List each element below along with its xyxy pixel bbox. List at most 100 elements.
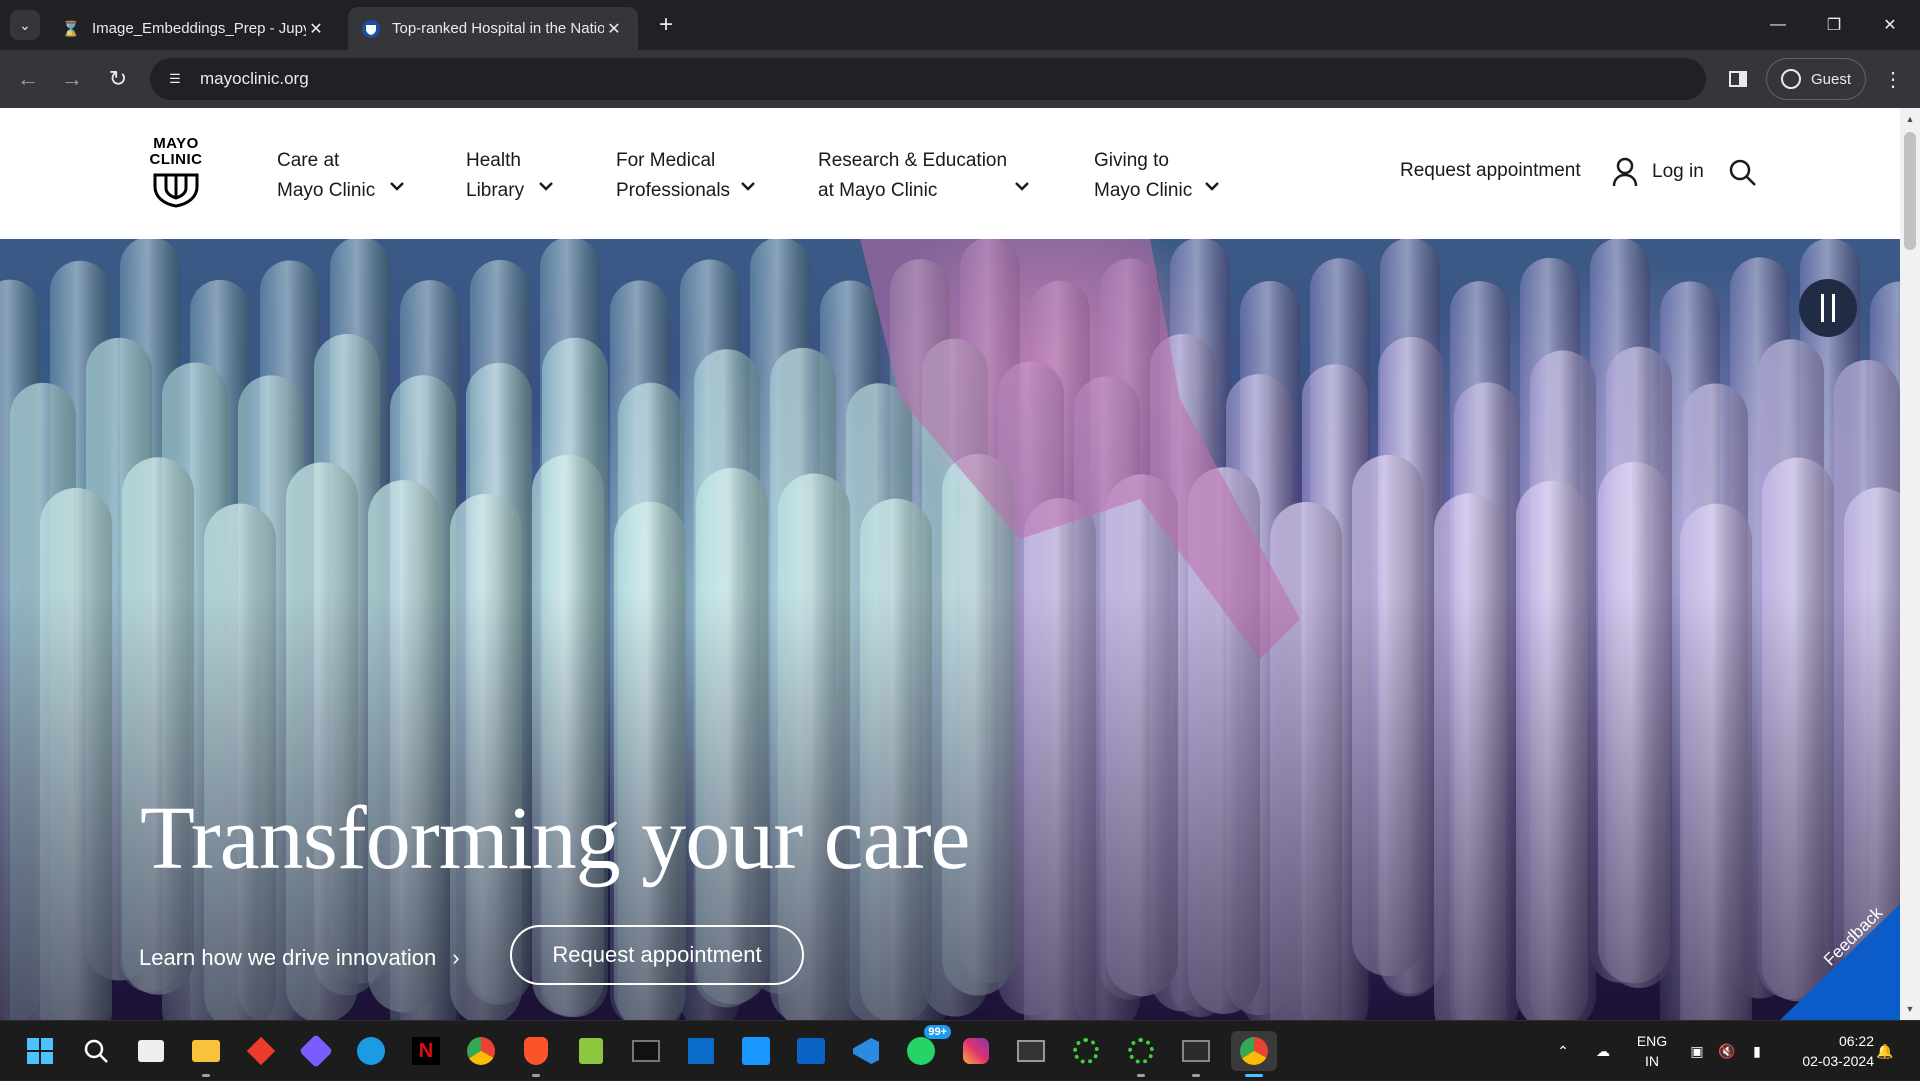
notification-bell-icon[interactable]: 🔔 [1872, 1021, 1898, 1081]
edge-icon[interactable] [351, 1031, 391, 1071]
login-label: Log in [1652, 161, 1704, 182]
tab-title: Top-ranked Hospital in the Nation [392, 20, 604, 37]
login-link[interactable]: Log in [1612, 155, 1704, 189]
tab-title: Image_Embeddings_Prep - Jupyter [92, 20, 306, 37]
browser-window: ⌄ ⌛ Image_Embeddings_Prep - Jupyter ✕ To… [0, 0, 1920, 1020]
scroll-down-icon[interactable]: ▼ [1900, 1000, 1920, 1018]
chevron-down-icon [539, 182, 553, 191]
battery-icon[interactable]: ▮ [1744, 1021, 1770, 1081]
scroll-up-icon[interactable]: ▲ [1900, 110, 1920, 128]
running-indicator [532, 1074, 540, 1077]
logo-text-line1: MAYO [153, 135, 199, 152]
tab-mayo[interactable]: Top-ranked Hospital in the Nation ✕ [348, 7, 638, 50]
site-header: MAYO CLINIC Care at Mayo Clinic Health L… [0, 108, 1900, 239]
new-tab-button[interactable]: + [652, 11, 680, 39]
search-icon[interactable] [76, 1031, 116, 1071]
running-indicator [1192, 1074, 1200, 1077]
feedback-tab[interactable]: Feedback [1780, 904, 1900, 1020]
hero-banner: Transforming your care Learn how we driv… [0, 239, 1900, 1020]
back-icon[interactable]: ← [13, 64, 43, 94]
active-indicator [1245, 1074, 1263, 1077]
web-page: MAYO CLINIC Care at Mayo Clinic Health L… [0, 108, 1900, 1020]
restore-icon[interactable]: ❐ [1806, 0, 1862, 50]
close-tab-icon[interactable]: ✕ [604, 19, 624, 39]
notepad-icon[interactable] [571, 1031, 611, 1071]
pause-video-button[interactable] [1799, 279, 1857, 337]
volume-muted-icon[interactable]: 🔇 [1714, 1021, 1740, 1081]
tab-strip: ⌄ ⌛ Image_Embeddings_Prep - Jupyter ✕ To… [0, 0, 1920, 50]
user-icon [1612, 157, 1638, 187]
pause-icon-bar [1821, 294, 1824, 322]
language-indicator[interactable]: ENG IN [1632, 1031, 1672, 1071]
clock-time: 06:22 [1838, 1033, 1874, 1049]
onedrive-icon[interactable]: ☁ [1588, 1021, 1618, 1081]
spinner2-icon[interactable] [1121, 1031, 1161, 1077]
close-tab-icon[interactable]: ✕ [306, 19, 326, 39]
file-explorer-icon[interactable] [186, 1031, 226, 1077]
profile-button[interactable]: Guest [1766, 58, 1866, 100]
nav-label-line1: Care at [277, 150, 340, 171]
nav-care-at-mayo[interactable]: Care at Mayo Clinic [277, 146, 427, 206]
vscode-icon[interactable] [846, 1031, 886, 1071]
spinner-icon[interactable] [1066, 1031, 1106, 1071]
side-panel-icon[interactable] [1725, 66, 1751, 92]
powershell-icon[interactable] [1176, 1031, 1216, 1077]
outlook-icon[interactable] [791, 1031, 831, 1071]
chevron-up-icon[interactable]: ⌃ [1550, 1021, 1576, 1081]
running-indicator [202, 1074, 210, 1077]
netflix-icon[interactable]: N [406, 1031, 446, 1071]
whatsapp-badge: 99+ [924, 1025, 951, 1039]
start-icon[interactable] [20, 1031, 60, 1071]
nav-research-education[interactable]: Research & Education at Mayo Clinic [818, 146, 1038, 206]
hero-title: Transforming your care [140, 789, 970, 888]
chrome-icon[interactable] [461, 1031, 501, 1071]
site-settings-icon[interactable]: ☰ [162, 66, 188, 92]
address-bar[interactable]: ☰ mayoclinic.org [150, 58, 1706, 100]
pause-icon-bar [1832, 294, 1835, 322]
url-text[interactable]: mayoclinic.org [200, 69, 309, 89]
page-scrollbar[interactable]: ▲ ▼ [1900, 108, 1920, 1020]
terminal-icon[interactable] [626, 1031, 666, 1071]
scroll-thumb[interactable] [1904, 132, 1916, 250]
learn-innovation-link[interactable]: Learn how we drive innovation › [139, 945, 460, 971]
reload-icon[interactable]: ↻ [103, 64, 133, 94]
windows-taskbar: N 99+ ⌃ ☁ ENG IN ▣ 🔇 ▮ 06:22 02-03-2024 … [0, 1020, 1920, 1080]
store-icon[interactable] [131, 1031, 171, 1071]
header-request-appointment-link[interactable]: Request appointment [1400, 160, 1581, 182]
hero-request-appointment-button[interactable]: Request appointment [510, 925, 804, 985]
browser-menu-icon[interactable]: ⋮ [1880, 64, 1906, 94]
minimize-icon[interactable]: — [1750, 0, 1806, 50]
chrome-active-icon[interactable] [1231, 1031, 1277, 1077]
tab-search-button[interactable]: ⌄ [10, 10, 40, 40]
clock[interactable]: 06:22 02-03-2024 [1780, 1031, 1874, 1071]
mayo-clinic-logo[interactable]: MAYO CLINIC [146, 136, 206, 216]
chevron-down-icon [390, 182, 404, 191]
learn-innovation-label: Learn how we drive innovation [139, 945, 437, 970]
forward-icon[interactable]: → [57, 64, 87, 94]
clock-date: 02-03-2024 [1802, 1053, 1874, 1069]
sticky-icon[interactable] [681, 1031, 721, 1071]
profile-icon [1781, 69, 1801, 89]
search-icon[interactable] [1728, 158, 1758, 188]
hourglass-icon: ⌛ [61, 20, 81, 38]
nav-giving[interactable]: Giving to Mayo Clinic [1094, 146, 1234, 206]
copilot-icon[interactable] [296, 1031, 336, 1071]
chevron-down-icon [741, 182, 755, 191]
close-window-icon[interactable]: ✕ [1862, 0, 1918, 50]
prime-video-icon[interactable] [736, 1031, 776, 1071]
whatsapp-icon[interactable]: 99+ [901, 1025, 951, 1071]
window-icon[interactable] [1011, 1031, 1051, 1071]
nav-health-library[interactable]: Health Library [466, 146, 576, 206]
brave-icon[interactable] [516, 1031, 556, 1077]
lang-line2: IN [1645, 1053, 1659, 1069]
instagram-icon[interactable] [956, 1031, 996, 1071]
nav-medical-professionals[interactable]: For Medical Professionals [616, 146, 776, 206]
lang-line1: ENG [1636, 1033, 1668, 1049]
network-icon[interactable]: ▣ [1684, 1021, 1710, 1081]
nav-label-line2: at Mayo Clinic [818, 180, 938, 201]
mayo-shield-icon [362, 19, 380, 38]
profile-label: Guest [1811, 70, 1852, 88]
anydesk-icon[interactable] [241, 1031, 281, 1071]
running-indicator [1137, 1074, 1145, 1077]
tab-jupyter[interactable]: ⌛ Image_Embeddings_Prep - Jupyter ✕ [48, 7, 340, 50]
